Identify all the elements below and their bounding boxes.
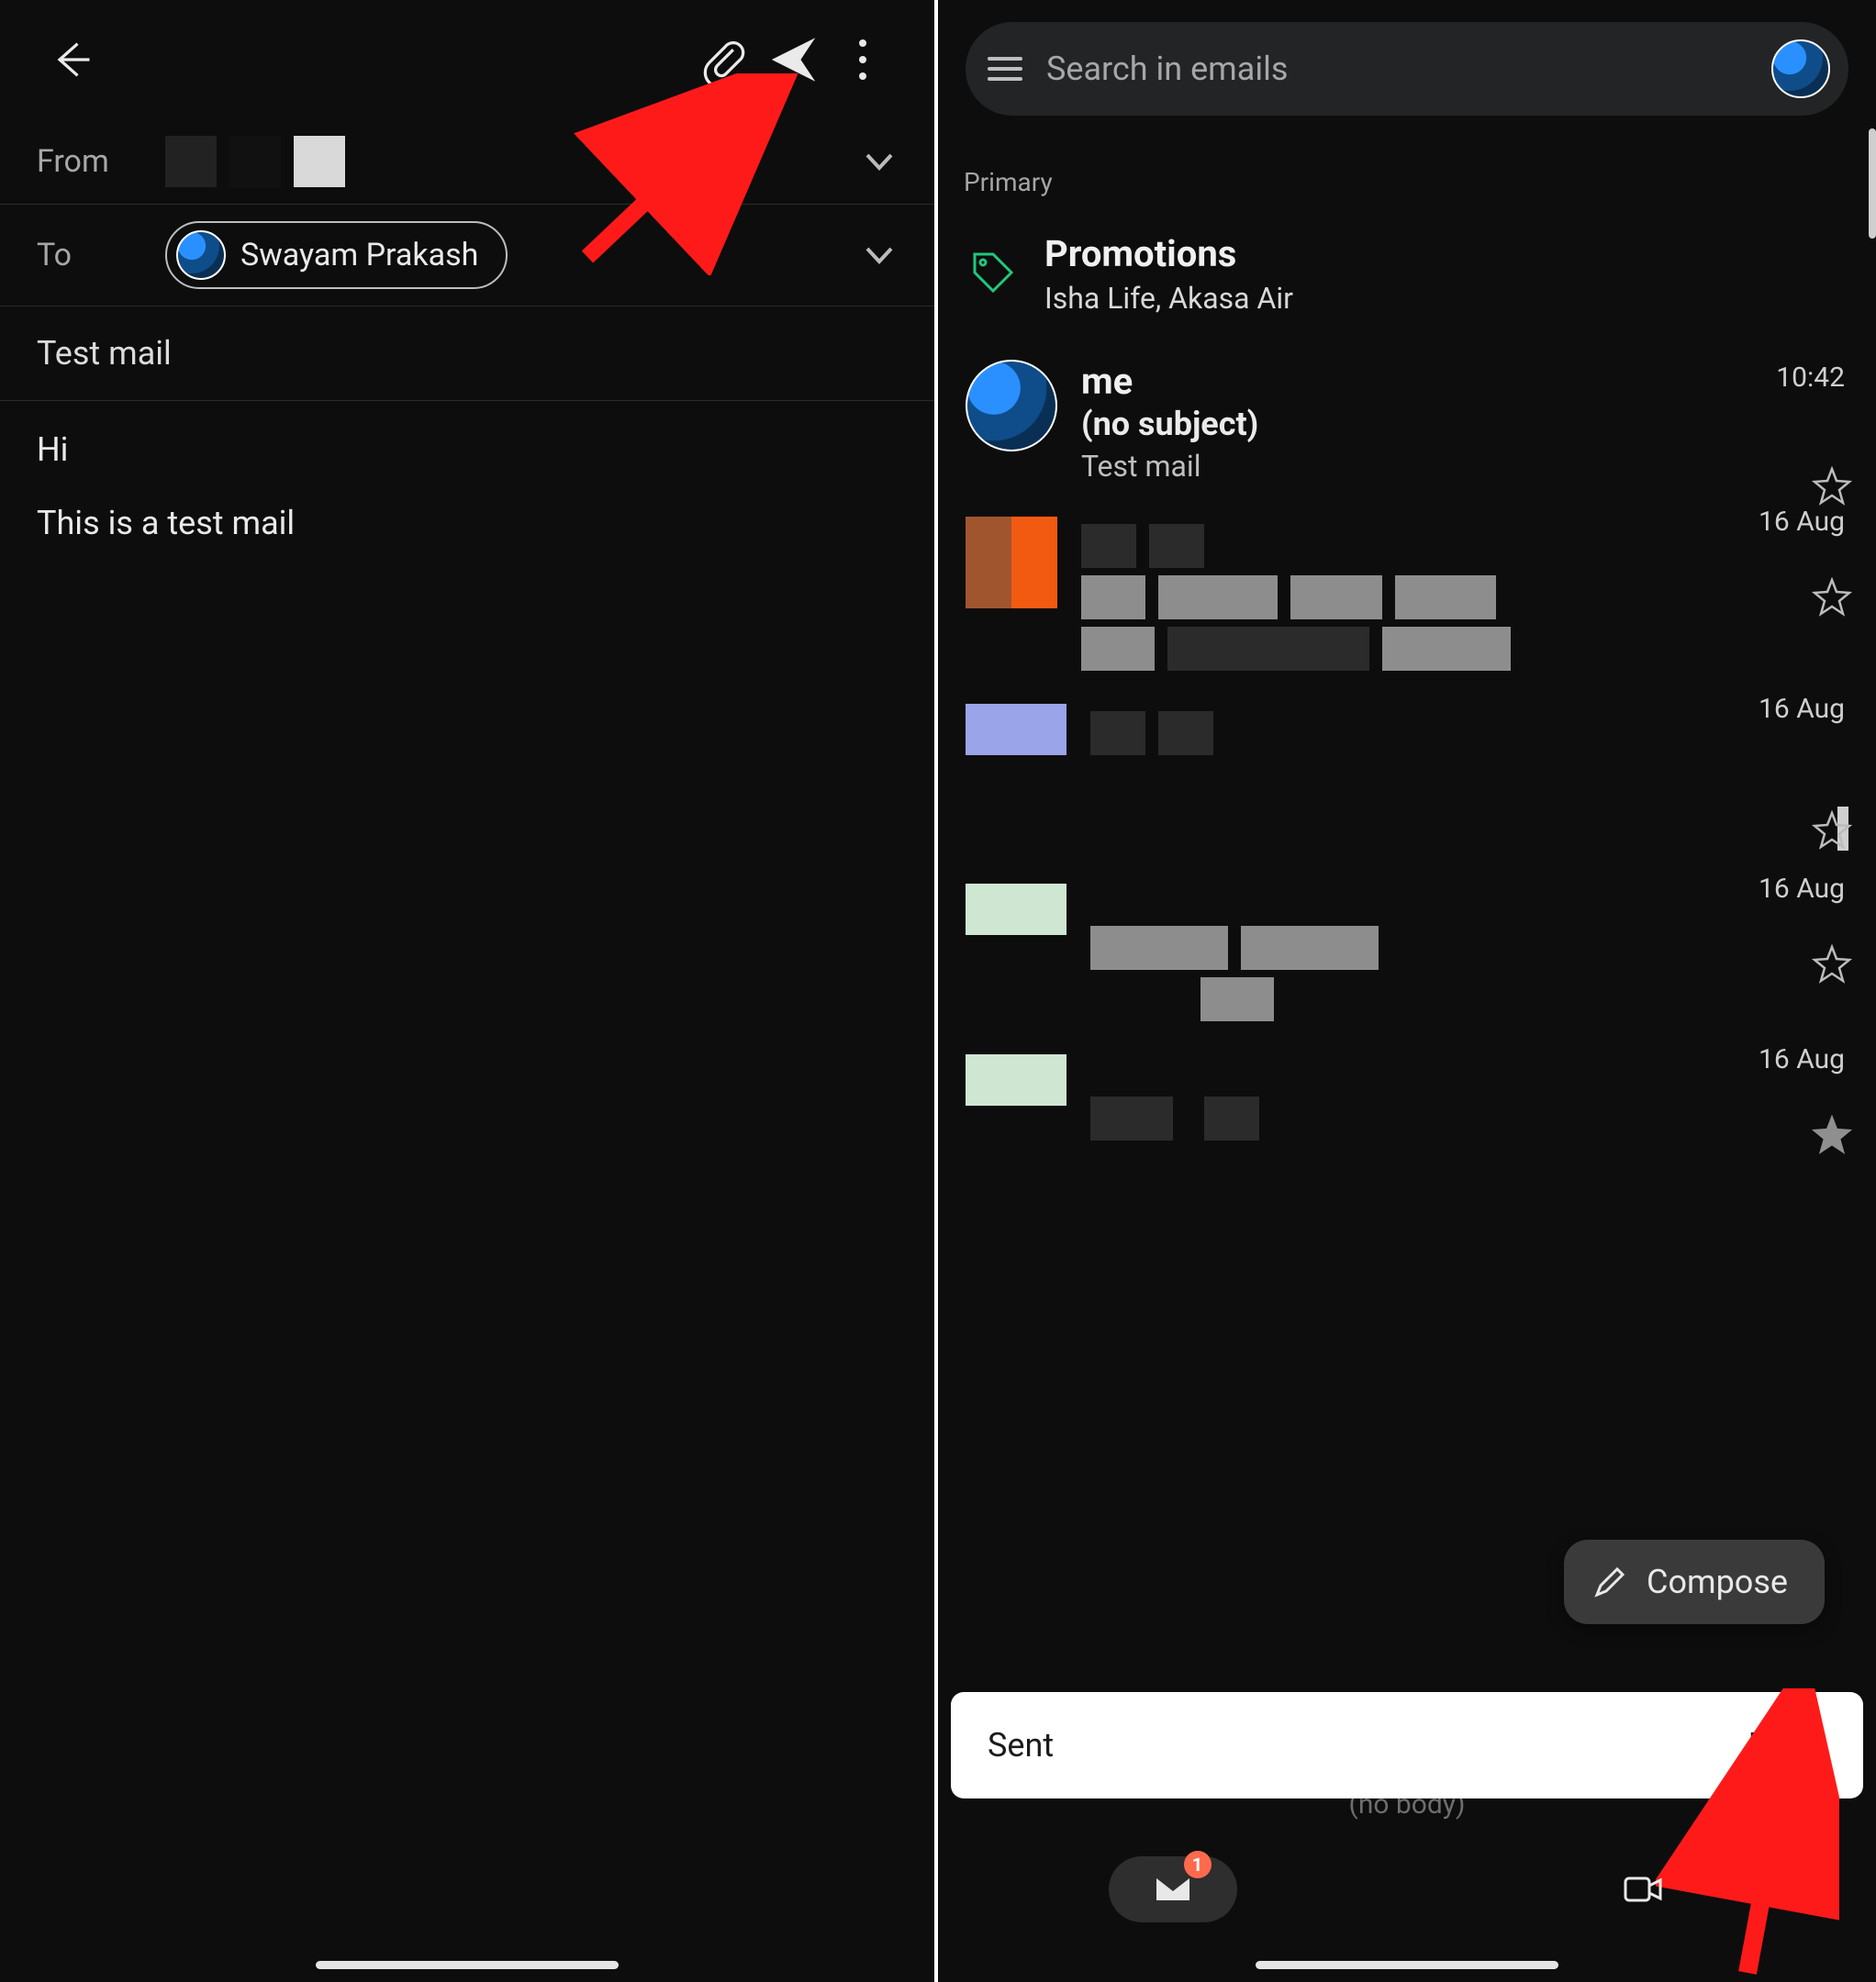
compose-screen: From To Swayam Prakash Test mail [0, 0, 938, 1982]
body-line: This is a test mail [37, 498, 898, 550]
mail-date: 16 Aug [1759, 693, 1845, 725]
bottom-nav: 1 [938, 1839, 1876, 1940]
promotions-sub: Isha Life, Akasa Air [1044, 281, 1293, 316]
profile-avatar[interactable] [1771, 39, 1830, 98]
mail-date: 16 Aug [1759, 1043, 1845, 1075]
section-label: Primary [938, 125, 1876, 214]
from-row[interactable]: From [0, 119, 934, 205]
avatar [966, 360, 1057, 451]
mail-snippet: Test mail [1081, 449, 1848, 484]
body-field[interactable]: Hi This is a test mail [0, 401, 934, 573]
mail-date: 16 Aug [1759, 506, 1845, 538]
chevron-down-icon [864, 239, 895, 271]
snackbar-msg: Sent [988, 1726, 1054, 1765]
mail-item-me[interactable]: me (no subject) Test mail 10:42 [938, 338, 1876, 495]
mail-item[interactable]: 16 Aug [938, 862, 1876, 1032]
to-label: To [37, 237, 165, 273]
expand-to[interactable] [861, 237, 898, 273]
tag-icon [969, 249, 1017, 300]
star-toggle[interactable] [1812, 577, 1852, 621]
back-button[interactable] [37, 25, 106, 95]
avatar [176, 230, 226, 280]
home-indicator [1256, 1961, 1558, 1969]
from-label: From [37, 143, 165, 180]
send-button[interactable] [758, 25, 828, 95]
mail-item[interactable]: 16 Aug [938, 682, 1876, 862]
compose-label: Compose [1647, 1563, 1788, 1601]
snackbar: Sent Undo [951, 1692, 1863, 1798]
arrow-left-icon [48, 36, 95, 84]
body-line: Hi [37, 425, 898, 476]
avatar [966, 884, 1066, 935]
promotions-row[interactable]: Promotions Isha Life, Akasa Air [938, 214, 1876, 338]
star-toggle[interactable] [1812, 1115, 1852, 1159]
search-bar[interactable]: Search in emails [966, 22, 1848, 116]
search-placeholder: Search in emails [1046, 50, 1748, 88]
inbox-screen: Search in emails Primary Promotions Isha… [938, 0, 1876, 1982]
pencil-icon [1591, 1564, 1628, 1600]
avatar [966, 704, 1066, 755]
dot-icon [859, 56, 866, 63]
star-toggle[interactable] [1812, 810, 1852, 854]
menu-button[interactable] [988, 50, 1022, 87]
subject-field[interactable]: Test mail [0, 306, 934, 401]
redacted-block [165, 136, 345, 187]
star-outline-icon [1812, 810, 1852, 851]
mail-sender: me [1081, 360, 1848, 403]
expand-from[interactable] [861, 143, 898, 180]
dot-icon [859, 72, 866, 80]
recipient-name: Swayam Prakash [240, 237, 478, 273]
scrollbar[interactable] [1869, 128, 1876, 239]
recipient-chip[interactable]: Swayam Prakash [165, 221, 508, 289]
attach-button[interactable] [688, 25, 758, 95]
from-value [165, 136, 861, 187]
mail-time: 10:42 [1776, 362, 1845, 394]
home-indicator [316, 1961, 619, 1969]
subject-text: Test mail [37, 334, 898, 373]
mail-item[interactable]: 16 Aug [938, 495, 1876, 682]
mail-subject: (no subject) [1081, 405, 1848, 443]
paperclip-icon [699, 36, 747, 84]
promotions-title: Promotions [1044, 232, 1293, 275]
hamburger-icon [988, 57, 1022, 61]
star-outline-icon [1812, 944, 1852, 985]
star-toggle[interactable] [1812, 944, 1852, 988]
chevron-down-icon [864, 146, 895, 177]
nav-meet[interactable] [1578, 1856, 1706, 1922]
mail-item[interactable]: 16 Aug [938, 1032, 1876, 1152]
nav-mail[interactable]: 1 [1109, 1856, 1237, 1922]
dot-icon [859, 39, 866, 47]
undo-button[interactable]: Undo [1749, 1726, 1826, 1765]
mail-date: 16 Aug [1759, 873, 1845, 905]
to-row[interactable]: To Swayam Prakash [0, 205, 934, 306]
compose-button[interactable]: Compose [1564, 1540, 1825, 1624]
badge-count: 1 [1184, 1851, 1212, 1878]
star-outline-icon [1812, 577, 1852, 618]
star-filled-icon [1812, 1115, 1852, 1155]
more-button[interactable] [828, 25, 898, 95]
avatar [966, 1054, 1066, 1106]
compose-toolbar [0, 0, 934, 119]
send-icon [769, 36, 817, 84]
video-icon [1620, 1867, 1664, 1911]
avatar [966, 517, 1057, 608]
